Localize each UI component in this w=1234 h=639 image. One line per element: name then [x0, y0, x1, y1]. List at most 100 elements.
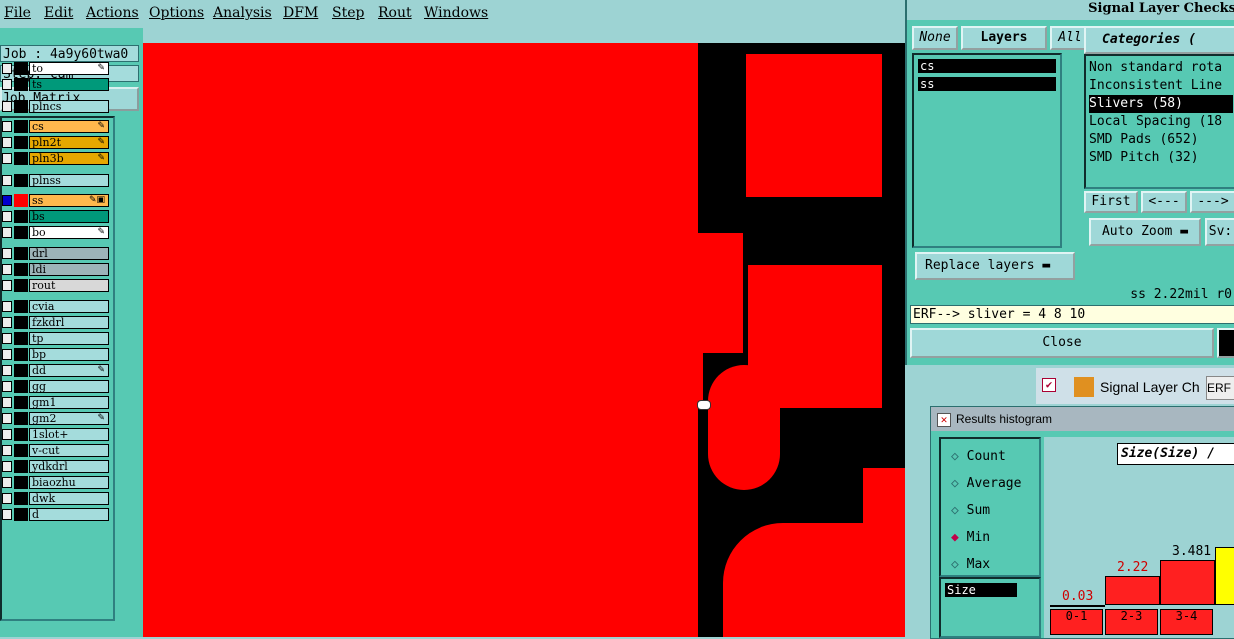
erf-field[interactable]: ERF--> sliver = 4 8 10 [910, 305, 1234, 324]
layer-checkbox[interactable] [2, 79, 12, 90]
layer-checkbox[interactable] [2, 175, 12, 186]
layer-checkbox[interactable] [2, 63, 12, 74]
layer-checkbox[interactable] [2, 429, 12, 440]
layer-checkbox[interactable] [2, 248, 12, 259]
layer-row-ss[interactable]: ss ✎▣ [2, 194, 113, 207]
radio-average[interactable]: ◇ Average [951, 476, 1021, 491]
menu-actions[interactable]: Actions [86, 5, 139, 21]
layer-row-to[interactable]: to ✎ [2, 62, 113, 75]
layer-name[interactable]: tp [29, 332, 109, 345]
erf-tab[interactable]: ERF [1206, 376, 1234, 400]
layer-row-ldi[interactable]: ldi [2, 263, 113, 276]
layer-row-vcut[interactable]: v-cut [2, 444, 113, 457]
prev-button[interactable]: <--- [1141, 191, 1187, 213]
menu-edit[interactable]: Edit [44, 5, 73, 21]
layer-checkbox[interactable] [2, 365, 12, 376]
layer-name[interactable]: gg [29, 380, 109, 393]
layer-name[interactable]: pln2t ✎ [29, 136, 109, 149]
menu-windows[interactable]: Windows [424, 5, 488, 21]
layer-row-ts[interactable]: ts [2, 78, 113, 91]
taskbar-strip[interactable]: ✔ Signal Layer Ch ERF [1036, 368, 1234, 404]
layer-row-dd[interactable]: dd ✎ [2, 364, 113, 377]
menu-dfm[interactable]: DFM [283, 5, 318, 21]
layer-row-gm2[interactable]: gm2 ✎ [2, 412, 113, 425]
layer-checkbox[interactable] [2, 264, 12, 275]
layer-name[interactable]: plncs [29, 100, 109, 113]
category-item[interactable]: Inconsistent Line [1089, 77, 1222, 95]
layer-checkbox[interactable] [2, 195, 12, 206]
close-button[interactable]: Close [910, 328, 1214, 358]
layer-row-cs[interactable]: cs ✎ [2, 120, 113, 133]
layer-checkbox[interactable] [2, 349, 12, 360]
layer-row-tp[interactable]: tp [2, 332, 113, 345]
layer-name[interactable]: cvia [29, 300, 109, 313]
layer-row-gm1[interactable]: gm1 [2, 396, 113, 409]
list-item[interactable]: Size [945, 583, 1017, 597]
layer-row-drl[interactable]: drl [2, 247, 113, 260]
radio-sum[interactable]: ◇ Sum [951, 503, 990, 518]
layer-name[interactable]: d [29, 508, 109, 521]
layer-checkbox[interactable] [2, 301, 12, 312]
layer-name[interactable]: bp [29, 348, 109, 361]
layer-row-biaozhu[interactable]: biaozhu [2, 476, 113, 489]
layer-checkbox[interactable] [2, 445, 12, 456]
layer-row-dwk[interactable]: dwk [2, 492, 113, 505]
menu-step[interactable]: Step [332, 5, 364, 21]
layer-row-fzkdrl[interactable]: fzkdrl [2, 316, 113, 329]
radio-min[interactable]: ◆ Min [951, 530, 990, 545]
layer-row-plnss[interactable]: plnss [2, 174, 113, 187]
layer-name[interactable]: fzkdrl [29, 316, 109, 329]
category-item[interactable]: Local Spacing (18 [1089, 113, 1222, 131]
layer-checkbox[interactable] [2, 493, 12, 504]
layer-name[interactable]: 1slot+ [29, 428, 109, 441]
layer-name[interactable]: dd ✎ [29, 364, 109, 377]
graphics-canvas[interactable] [143, 43, 905, 637]
layer-name[interactable]: bo ✎ [29, 226, 109, 239]
layer-checkbox[interactable] [2, 397, 12, 408]
histogram-bar[interactable] [1160, 560, 1215, 605]
layer-checkbox[interactable] [2, 333, 12, 344]
layer-name[interactable]: gm2 ✎ [29, 412, 109, 425]
none-button[interactable]: None [912, 26, 958, 50]
layer-checkbox[interactable] [2, 153, 12, 164]
layer-name[interactable]: to ✎ [29, 62, 109, 75]
layer-row-d[interactable]: d [2, 508, 113, 521]
layer-row-ydkdrl[interactable]: ydkdrl [2, 460, 113, 473]
categories-list[interactable]: Non standard rota Inconsistent Line Sliver… [1084, 54, 1234, 189]
menu-options[interactable]: Options [149, 5, 204, 21]
layer-name[interactable]: bs [29, 210, 109, 223]
tab-categories[interactable]: Categories ( [1084, 26, 1234, 54]
layer-name[interactable]: drl [29, 247, 109, 260]
layer-row-pln2t[interactable]: pln2t ✎ [2, 136, 113, 149]
layer-checkbox[interactable] [2, 509, 12, 520]
layer-select-list[interactable]: cs ss [912, 53, 1062, 248]
layer-name[interactable]: v-cut [29, 444, 109, 457]
layer-checkbox[interactable] [2, 317, 12, 328]
layer-checkbox[interactable] [2, 137, 12, 148]
layer-name[interactable]: ldi [29, 263, 109, 276]
layer-row-bp[interactable]: bp [2, 348, 113, 361]
category-item[interactable]: SMD Pads (652) [1089, 131, 1199, 149]
list-item[interactable]: cs [918, 59, 1056, 73]
layer-name[interactable]: gm1 [29, 396, 109, 409]
histogram-bar[interactable] [1050, 605, 1105, 607]
layer-row-plncs[interactable]: plncs [2, 100, 113, 113]
layer-checkbox[interactable] [2, 227, 12, 238]
menu-rout[interactable]: Rout [378, 5, 412, 21]
auto-zoom-button[interactable]: Auto Zoom ▬ [1089, 218, 1201, 246]
category-item[interactable]: Non standard rota [1089, 59, 1222, 77]
layer-row-1slot[interactable]: 1slot+ [2, 428, 113, 441]
layer-checkbox[interactable] [2, 413, 12, 424]
sv-label[interactable]: Sv: [1205, 218, 1234, 246]
layer-name[interactable]: rout [29, 279, 109, 292]
radio-max[interactable]: ◇ Max [951, 557, 990, 572]
next-button[interactable]: ---> [1190, 191, 1234, 213]
replace-layers-button[interactable]: Replace layers ▬ [915, 252, 1075, 280]
layer-row-rout[interactable]: rout [2, 279, 113, 292]
layer-name[interactable]: pln3b ✎ [29, 152, 109, 165]
layer-checkbox[interactable] [2, 477, 12, 488]
layer-name[interactable]: ts [29, 78, 109, 91]
menu-file[interactable]: File [4, 5, 31, 21]
list-item[interactable]: ss [918, 77, 1056, 91]
layer-row-bs[interactable]: bs [2, 210, 113, 223]
